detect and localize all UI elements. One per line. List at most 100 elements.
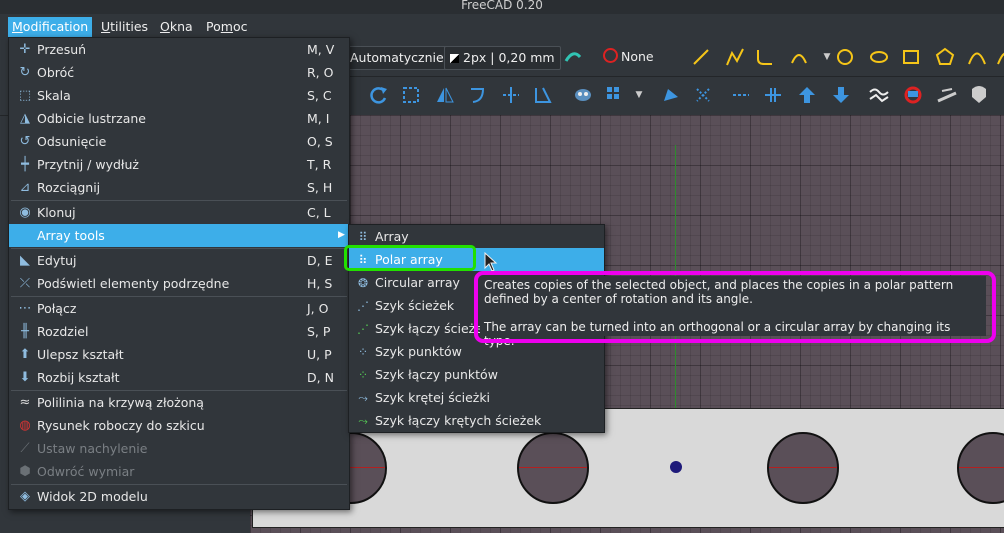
menu-item-draft-to-sketch[interactable]: ◍ Rysunek roboczy do szkicu — [9, 414, 349, 437]
split-tool-icon[interactable] — [762, 84, 784, 106]
submenu-item-path-twisted-link-array[interactable]: ⤳ Szyk łączy krętych ścieżek — [349, 409, 604, 432]
menu-item-edit[interactable]: ◣ Edytuj D, E — [9, 249, 349, 272]
draft-tray-toolbar: Automatycznie 2px | 0,20 mm None ▼ — [340, 40, 1004, 77]
split-icon: ╫ — [21, 324, 29, 339]
title-bar: FreeCAD 0.20 — [0, 0, 1004, 14]
path-link-array-icon: ⋰ — [357, 322, 369, 336]
tooltip-highlight — [474, 271, 996, 343]
circular-hole — [957, 432, 1004, 504]
menu-item-split[interactable]: ╫ Rozdziel S, P — [9, 320, 349, 343]
line-tool-icon[interactable] — [690, 46, 712, 68]
upgrade-icon: ⬆ — [19, 347, 31, 362]
rotation-center-point — [670, 461, 682, 473]
menu-item-upgrade[interactable]: ⬆ Ulepsz kształt U, P — [9, 343, 349, 366]
menu-item-set-slope[interactable]: ⟋ Ustaw nachylenie — [9, 437, 349, 460]
menu-pomoc[interactable]: Pomoc — [202, 17, 251, 37]
upgrade-tool-icon[interactable] — [796, 84, 818, 106]
circular-array-icon: ❂ — [357, 276, 369, 290]
point-link-array-icon: ⁘ — [357, 368, 369, 382]
style-swatch-icon — [450, 54, 459, 63]
menu-item-stretch[interactable]: ⊿ Rozciągnij S, H — [9, 176, 349, 199]
line-style-button[interactable]: 2px | 0,20 mm — [444, 46, 561, 70]
path-twisted-array-icon: ⤳ — [358, 391, 368, 405]
menu-item-flip-dimension[interactable]: ⬢ Odwróć wymiar — [9, 460, 349, 483]
menu-item-wire-to-bspline[interactable]: ≈ Polilinia na krzywą złożoną — [9, 391, 349, 414]
wire-tool-icon[interactable] — [724, 46, 746, 68]
menu-item-join[interactable]: ⋯ Połącz J, O — [9, 297, 349, 320]
wire-to-bspline-tool-icon[interactable] — [868, 84, 890, 106]
trimex-icon: ┿ — [21, 157, 29, 172]
slope-tool-icon[interactable] — [936, 84, 958, 106]
flip-dimension-icon: ⬢ — [19, 464, 31, 479]
shape2dview-icon: ◈ — [20, 489, 30, 504]
menu-item-downgrade[interactable]: ⬇ Rozbij kształt D, N — [9, 366, 349, 389]
polar-array-highlight — [344, 245, 476, 271]
arc-tool-icon[interactable] — [788, 46, 810, 68]
subelement-icon: ⤫ — [19, 276, 31, 291]
rotate-icon: ↻ — [19, 65, 31, 80]
menu-item-mirror[interactable]: ◮ Odbicie lustrzane M, I — [9, 107, 349, 130]
fillet-tool-icon[interactable] — [754, 46, 776, 68]
circle-tool-icon[interactable] — [834, 46, 856, 68]
path-array-icon: ⋰ — [357, 299, 369, 313]
wire-to-bspline-icon: ≈ — [19, 395, 31, 410]
submenu-item-point-link-array[interactable]: ⁘ Szyk łączy punktów — [349, 363, 604, 386]
rotate-tool-icon[interactable] — [368, 84, 390, 106]
clone-icon: ◉ — [19, 205, 31, 220]
downgrade-icon: ⬇ — [19, 370, 31, 385]
menu-item-rotate[interactable]: ↻ Obróć R, O — [9, 61, 349, 84]
path-twisted-link-array-icon: ⤳ — [358, 414, 368, 428]
window-title: FreeCAD 0.20 — [461, 0, 543, 12]
no-color-icon — [603, 48, 618, 63]
slope-icon: ⟋ — [20, 441, 30, 456]
clone-tool-icon[interactable] — [572, 84, 594, 106]
menu-item-trimex[interactable]: ┿ Przytnij / wydłuż T, R — [9, 153, 349, 176]
draft-to-sketch-icon: ◍ — [19, 418, 31, 433]
menu-item-highlight-subelements[interactable]: ⤫ Podświetl elementy podrzędne H, S — [9, 272, 349, 295]
subelement-tool-icon[interactable] — [692, 84, 714, 106]
move-icon: ✛ — [19, 42, 31, 57]
scale-tool-icon[interactable] — [400, 84, 422, 106]
scale-icon: ⬚ — [18, 88, 32, 103]
menu-modification[interactable]: Modification — [8, 17, 93, 37]
menu-item-offset[interactable]: ↺ Odsunięcie O, S — [9, 130, 349, 153]
ortho-array-icon: ⠿ — [358, 230, 368, 244]
circular-hole — [517, 432, 589, 504]
chevron-right-icon: ▶ — [338, 230, 345, 240]
polygon-tool-icon[interactable] — [934, 46, 956, 68]
edit-tool-icon[interactable] — [660, 84, 682, 106]
menu-item-array-tools[interactable]: Array tools ▶ — [9, 224, 349, 247]
stretch-icon: ⊿ — [19, 180, 31, 195]
mirror-icon: ◮ — [20, 111, 30, 126]
stretch-tool-icon[interactable] — [532, 84, 554, 106]
edit-icon: ◣ — [20, 253, 30, 268]
menu-utilities[interactable]: Utilities — [97, 17, 152, 37]
submenu-item-path-twisted-array[interactable]: ⤳ Szyk krętej ścieżki — [349, 386, 604, 409]
array-tool-icon[interactable] — [604, 84, 626, 106]
join-icon: ⋯ — [18, 301, 32, 316]
downgrade-tool-icon[interactable] — [830, 84, 852, 106]
menu-item-scale[interactable]: ⬚ Skala S, C — [9, 84, 349, 107]
circular-hole — [767, 432, 839, 504]
modification-menu: ✛ Przesuń M, V ↻ Obróć R, O ⬚ Skala S, C ◮ Odbi… — [8, 37, 350, 510]
snap-icon[interactable] — [562, 46, 584, 68]
mirror-tool-icon[interactable] — [434, 84, 456, 106]
chevron-down-icon[interactable]: ▼ — [628, 84, 650, 106]
menu-okna[interactable]: Okna — [156, 17, 197, 37]
bspline-tool-icon[interactable] — [966, 46, 988, 68]
flip-dimension-tool-icon[interactable] — [968, 84, 990, 106]
menu-item-shape2dview[interactable]: ◈ Widok 2D modelu — [9, 485, 349, 508]
menu-item-move[interactable]: ✛ Przesuń M, V — [9, 38, 349, 61]
point-array-icon: ⁘ — [357, 345, 369, 359]
offset-icon: ↺ — [19, 134, 31, 149]
color-none-button[interactable]: None — [598, 46, 659, 68]
ellipse-tool-icon[interactable] — [868, 46, 890, 68]
menu-item-clone[interactable]: ◉ Klonuj C, L — [9, 201, 349, 224]
draft-to-sketch-tool-icon[interactable] — [902, 84, 924, 106]
rectangle-tool-icon[interactable] — [900, 46, 922, 68]
construction-mode-combo[interactable]: Automatycznie — [344, 46, 450, 70]
trimex-tool-icon[interactable] — [500, 84, 522, 106]
join-tool-icon[interactable] — [730, 84, 752, 106]
offset-tool-icon[interactable] — [466, 84, 488, 106]
bezier-tool-icon[interactable] — [992, 46, 1004, 68]
